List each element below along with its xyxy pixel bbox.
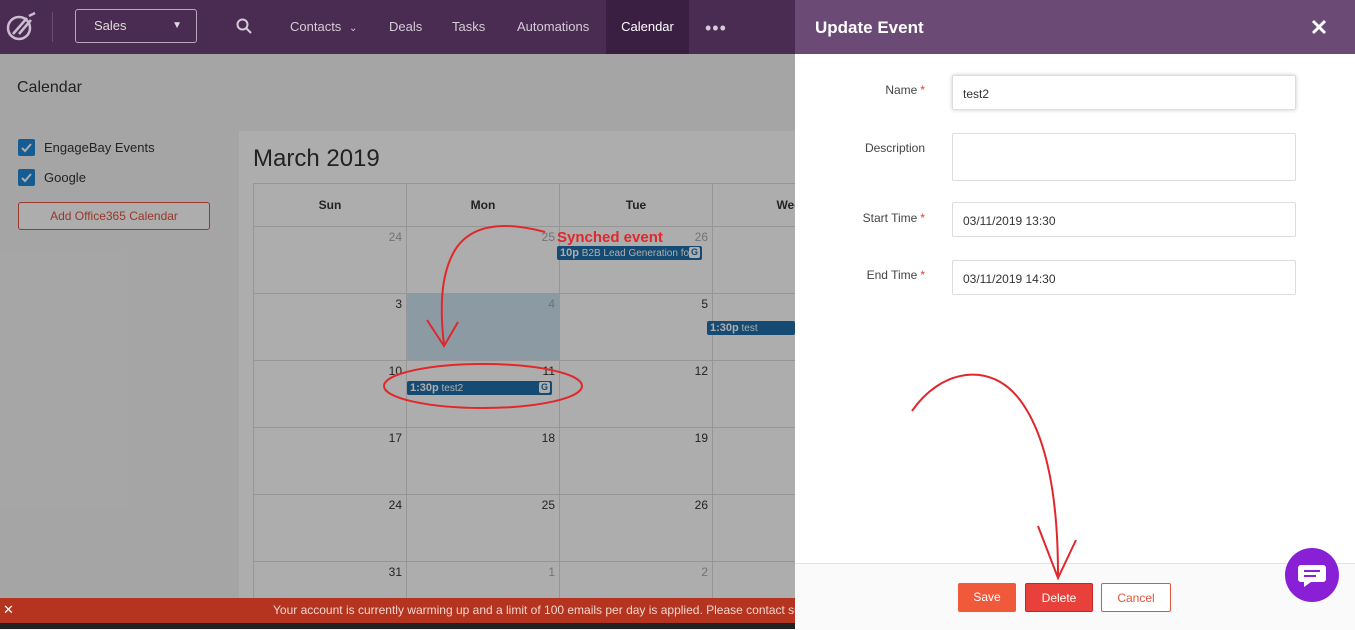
nav-contacts-label: Contacts	[290, 19, 342, 34]
banner-text: Your account is currently warming up and…	[273, 603, 795, 617]
name-label-text: Name	[885, 83, 918, 97]
product-select-value: Sales	[94, 18, 127, 33]
synched-event-annotation: Synched event	[557, 229, 663, 246]
more-icon[interactable]: •••	[705, 18, 727, 39]
update-event-panel: Update Event Name * test2 Description Sta…	[795, 0, 1355, 630]
cancel-button[interactable]: Cancel	[1101, 583, 1171, 612]
modal-backdrop[interactable]	[0, 54, 795, 629]
start-time-label: Start Time *	[795, 211, 925, 225]
warning-banner: ✕ Your account is currently warming up a…	[0, 598, 795, 623]
modal-title: Update Event	[815, 18, 924, 37]
chat-widget-button[interactable]	[1285, 548, 1339, 602]
nav-deals[interactable]: Deals	[389, 0, 422, 54]
close-banner-icon[interactable]: ✕	[3, 598, 14, 622]
modal-footer: Save Delete Cancel	[795, 563, 1355, 630]
taskbar-strip	[0, 623, 795, 629]
end-time-label-text: End Time	[866, 268, 918, 282]
chat-bubble-icon	[1298, 565, 1326, 587]
chevron-down-icon: ⌄	[348, 23, 358, 34]
product-select[interactable]: Sales ▼	[75, 9, 197, 43]
required-mark: *	[920, 211, 925, 225]
nav-tasks[interactable]: Tasks	[452, 0, 485, 54]
name-input[interactable]: test2	[952, 75, 1296, 110]
start-time-label-text: Start Time	[862, 211, 918, 225]
required-mark: *	[920, 83, 925, 97]
modal-header: Update Event	[795, 0, 1355, 54]
engagebay-logo-icon[interactable]	[5, 10, 37, 42]
description-textarea[interactable]	[952, 133, 1296, 181]
name-label: Name *	[795, 83, 925, 97]
start-time-input[interactable]: 03/11/2019 13:30	[952, 202, 1296, 237]
delete-button[interactable]: Delete	[1025, 583, 1093, 612]
nav-automations[interactable]: Automations	[517, 0, 589, 54]
logo-divider	[52, 12, 53, 42]
close-icon[interactable]	[1311, 19, 1327, 35]
end-time-input[interactable]: 03/11/2019 14:30	[952, 260, 1296, 295]
save-button[interactable]: Save	[958, 583, 1016, 612]
description-label: Description	[864, 141, 925, 155]
nav-calendar[interactable]: Calendar	[606, 0, 689, 54]
chevron-down-icon: ▼	[172, 20, 182, 31]
search-icon[interactable]	[236, 18, 252, 34]
nav-contacts[interactable]: Contacts ⌄	[290, 0, 357, 54]
end-time-label: End Time *	[795, 268, 925, 282]
required-mark: *	[920, 268, 925, 282]
